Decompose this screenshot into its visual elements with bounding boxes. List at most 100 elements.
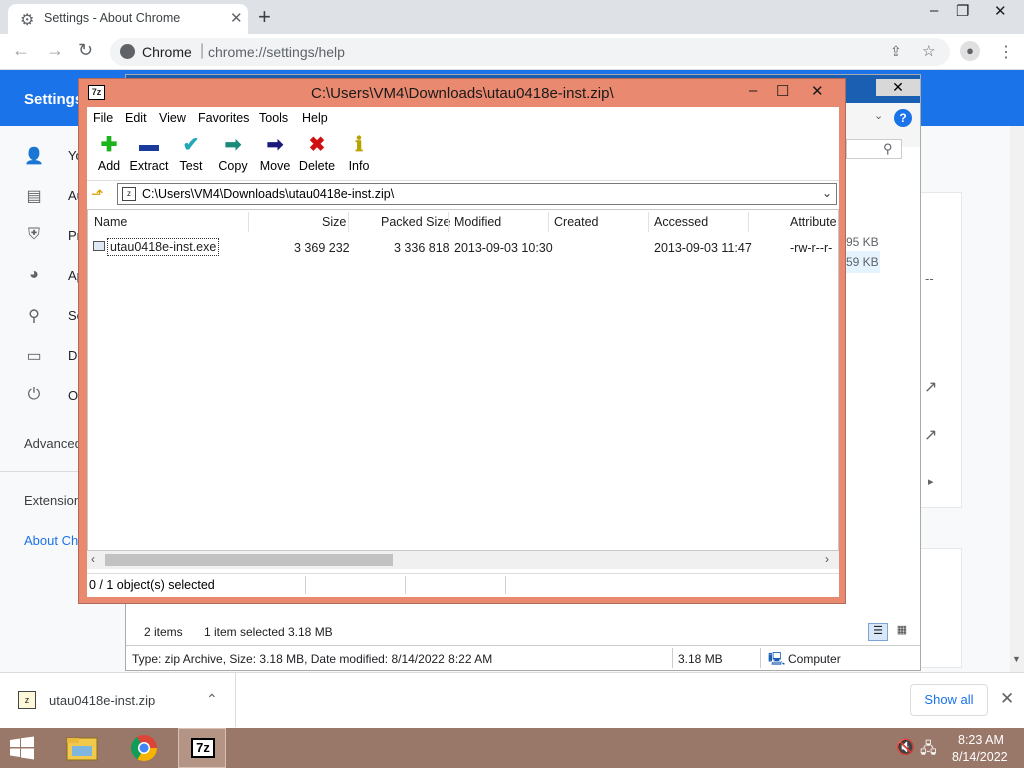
back-icon[interactable]: ← xyxy=(12,40,30,61)
browser-icon: ▭ xyxy=(26,348,42,365)
sevenzip-menubar: File Edit View Favorites Tools Help xyxy=(87,107,839,129)
delete-icon: ✖ xyxy=(308,134,326,156)
file-list[interactable]: Name Size Packed Size Modified Created A… xyxy=(87,209,839,551)
exe-file-icon xyxy=(93,241,105,251)
info-button[interactable]: ℹ Info xyxy=(337,133,381,179)
tab-strip: ⚙ Settings - About Chrome ✕ + – ❐ ✕ xyxy=(0,0,1024,34)
windows-start-icon[interactable] xyxy=(8,736,36,760)
extract-button[interactable]: ▬ Extract xyxy=(127,133,171,179)
zip-file-icon: z xyxy=(18,691,36,709)
forward-icon[interactable]: → xyxy=(46,40,64,61)
sevenzip-taskbar-icon[interactable]: 7z xyxy=(178,728,226,768)
move-button[interactable]: ➡ Move xyxy=(253,133,297,179)
bookmark-star-icon[interactable]: ☆ xyxy=(922,42,935,60)
status-divider xyxy=(505,576,506,594)
column-separator xyxy=(348,212,349,232)
column-created[interactable]: Created xyxy=(554,215,598,229)
network-icon[interactable]: 🖧 xyxy=(920,738,937,763)
omnibox[interactable]: Chrome | chrome://settings/help ⇪ ☆ xyxy=(110,38,950,66)
search-icon: ⚲ xyxy=(28,308,40,325)
menu-tools[interactable]: Tools xyxy=(259,111,288,125)
menu-kebab-icon[interactable]: ⋮ xyxy=(998,42,1014,62)
restore-icon[interactable]: ❐ xyxy=(956,2,969,20)
column-separator xyxy=(548,212,549,232)
share-icon[interactable]: ⇪ xyxy=(890,43,902,60)
column-modified[interactable]: Modified xyxy=(454,215,501,229)
copy-icon: ➡ xyxy=(224,134,242,156)
table-row[interactable]: utau0418e-inst.exe 3 369 232 3 336 818 2… xyxy=(88,236,838,258)
copy-button[interactable]: ➡ Copy xyxy=(211,133,255,179)
menu-favorites[interactable]: Favorites xyxy=(198,111,249,125)
zip-file-icon: z xyxy=(122,187,136,201)
column-packed-size[interactable]: Packed Size xyxy=(381,215,450,229)
sevenzip-address-row: ⬏ z C:\Users\VM4\Downloads\utau0418e-ins… xyxy=(87,181,839,207)
sevenzip-maximize-icon[interactable]: ☐ xyxy=(776,82,789,100)
scroll-right-icon[interactable]: › xyxy=(825,552,829,566)
clock-date[interactable]: 8/14/2022 xyxy=(952,750,1008,764)
close-download-bar-icon[interactable]: ✕ xyxy=(1000,689,1014,709)
speaker-muted-icon[interactable]: 🔇 xyxy=(896,738,915,756)
column-accessed[interactable]: Accessed xyxy=(654,215,708,229)
sidebar-extensions[interactable]: Extension xyxy=(24,493,81,508)
sidebar-item-onstartup[interactable]: O xyxy=(68,388,78,403)
chevron-down-icon[interactable]: ⌄ xyxy=(822,186,832,200)
extract-label: Extract xyxy=(129,159,169,173)
page-scrollbar[interactable]: ▼ xyxy=(1010,126,1024,672)
file-explorer-taskbar-icon[interactable] xyxy=(58,728,106,768)
column-name[interactable]: Name xyxy=(94,215,127,229)
help-icon[interactable]: ? xyxy=(894,109,912,127)
sidebar-about-chrome[interactable]: About Ch xyxy=(24,533,78,548)
chevron-down-icon[interactable]: ⌄ xyxy=(874,109,883,122)
menu-view[interactable]: View xyxy=(159,111,186,125)
status-location: Computer xyxy=(788,652,841,666)
browser-toolbar: ← → ↻ Chrome | chrome://settings/help ⇪ … xyxy=(0,34,1024,70)
tab-settings[interactable]: ⚙ Settings - About Chrome ✕ xyxy=(8,4,248,34)
tiles-view-icon[interactable]: ▦ xyxy=(892,623,912,641)
tab-close-icon[interactable]: ✕ xyxy=(230,9,243,27)
horizontal-scrollbar[interactable]: ‹ › xyxy=(87,551,839,569)
column-size[interactable]: Size xyxy=(322,215,346,229)
scroll-thumb[interactable] xyxy=(105,554,393,566)
scroll-down-icon[interactable]: ▼ xyxy=(1012,654,1021,664)
item-count: 2 items xyxy=(144,625,183,639)
address-combobox[interactable]: z C:\Users\VM4\Downloads\utau0418e-inst.… xyxy=(117,183,837,205)
new-tab-icon[interactable]: + xyxy=(258,4,271,30)
power-icon: ⏻ xyxy=(27,386,41,403)
status-divider xyxy=(305,576,306,594)
menu-edit[interactable]: Edit xyxy=(125,111,147,125)
extract-icon: ▬ xyxy=(139,134,159,156)
file-packed-size-cell: 3 336 818 xyxy=(394,241,450,255)
sevenzip-minimize-icon[interactable]: – xyxy=(749,82,757,99)
scroll-left-icon[interactable]: ‹ xyxy=(91,552,95,566)
external-link-icon-2[interactable]: ↗ xyxy=(924,425,937,445)
column-attributes[interactable]: Attribute xyxy=(790,215,837,229)
close-window-icon[interactable]: ✕ xyxy=(994,2,1007,20)
search-icon: ⚲ xyxy=(883,141,893,156)
menu-file[interactable]: File xyxy=(93,111,113,125)
test-button[interactable]: ✔ Test xyxy=(169,133,213,179)
add-label: Add xyxy=(97,159,121,173)
chrome-taskbar-icon[interactable] xyxy=(120,728,168,768)
add-button[interactable]: ✚ Add xyxy=(87,133,131,179)
settings-title: Settings xyxy=(24,91,84,108)
omnibox-url: chrome://settings/help xyxy=(208,44,345,60)
external-link-icon[interactable]: ↗ xyxy=(924,377,937,397)
copy-label: Copy xyxy=(218,159,248,173)
download-item[interactable]: z utau0418e-inst.zip ⌃ xyxy=(0,673,236,727)
file-attributes-cell: -rw-r--r- xyxy=(790,241,833,255)
show-all-button[interactable]: Show all xyxy=(910,684,988,716)
delete-button[interactable]: ✖ Delete xyxy=(295,133,339,179)
clock-time[interactable]: 8:23 AM xyxy=(958,733,1004,747)
folder-up-icon[interactable]: ⬏ xyxy=(91,185,104,203)
details-view-icon[interactable]: ☰ xyxy=(868,623,888,641)
sevenzip-close-icon[interactable]: ✕ xyxy=(811,82,824,100)
minimize-icon[interactable]: – xyxy=(930,2,938,19)
explorer-close-icon[interactable]: ✕ xyxy=(876,79,920,96)
menu-help[interactable]: Help xyxy=(302,111,328,125)
chevron-up-icon[interactable]: ⌃ xyxy=(206,691,218,708)
profile-avatar-icon[interactable]: ● xyxy=(960,41,980,61)
sidebar-advanced[interactable]: Advanced xyxy=(24,436,82,451)
arrow-right-icon[interactable]: ▸ xyxy=(928,475,934,488)
explorer-search-box[interactable]: ⚲ xyxy=(846,139,902,159)
reload-icon[interactable]: ↻ xyxy=(78,40,93,61)
